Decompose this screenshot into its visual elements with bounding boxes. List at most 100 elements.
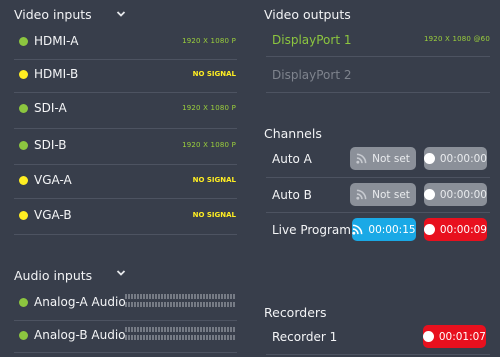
meter-segment — [170, 327, 172, 332]
divider — [266, 92, 490, 93]
meter-segment — [212, 294, 214, 299]
meter-segment — [131, 327, 133, 332]
record-time: 00:00:00 — [439, 188, 487, 201]
meter-segment — [164, 327, 166, 332]
meter-segment — [218, 327, 220, 332]
meter-segment — [140, 294, 142, 299]
meter-segment — [134, 302, 136, 307]
chevron-down-icon[interactable] — [116, 268, 126, 278]
meter-segment — [167, 335, 169, 340]
video-input-row-sdi-b[interactable]: SDI-B 1920 X 1080 P — [0, 131, 240, 162]
meter-segment — [209, 327, 211, 332]
meter-segment — [209, 302, 211, 307]
meter-segment — [203, 302, 205, 307]
meter-segment — [161, 302, 163, 307]
meter-segment — [143, 302, 145, 307]
meter-segment — [230, 335, 232, 340]
meter-segment — [152, 335, 154, 340]
meter-segment — [215, 294, 217, 299]
meter-segment — [185, 335, 187, 340]
meter-segment — [200, 335, 202, 340]
video-input-row-vga-b[interactable]: VGA-B NO SIGNAL — [0, 201, 240, 232]
no-signal-label: NO SIGNAL — [192, 176, 236, 184]
divider — [266, 212, 490, 213]
meter-segment — [188, 327, 190, 332]
status-dot — [19, 104, 28, 113]
meter-segment — [227, 294, 229, 299]
meter-segment — [212, 302, 214, 307]
meter-segment — [191, 294, 193, 299]
record-button[interactable]: 00:00:00 — [424, 147, 487, 170]
audio-input-row-analog-b[interactable]: Analog-B Audio — [0, 323, 240, 351]
meter-segment — [131, 294, 133, 299]
broadcast-icon — [356, 189, 367, 200]
meter-segment — [185, 302, 187, 307]
meter-segment — [209, 294, 211, 299]
meter-segment — [221, 302, 223, 307]
meter-segment — [185, 294, 187, 299]
divider — [14, 128, 237, 129]
meter-segment — [173, 294, 175, 299]
meter-segment — [128, 294, 130, 299]
meter-segment — [170, 302, 172, 307]
meter-segment — [155, 302, 157, 307]
status-dot — [19, 298, 28, 307]
chevron-down-icon[interactable] — [116, 9, 126, 19]
meter-segment — [128, 302, 130, 307]
meter-segment — [233, 294, 235, 299]
video-output-row-displayport-2[interactable]: DisplayPort 2 — [260, 62, 496, 90]
video-input-row-vga-a[interactable]: VGA-A NO SIGNAL — [0, 166, 240, 197]
input-resolution: 1920 X 1080 P — [182, 37, 236, 45]
broadcast-icon — [356, 153, 367, 164]
meter-segment — [212, 335, 214, 340]
meter-segment — [161, 327, 163, 332]
meter-segment — [167, 327, 169, 332]
meter-segment — [137, 327, 139, 332]
meter-segment — [134, 335, 136, 340]
meter-segment — [158, 327, 160, 332]
meter-segment — [194, 294, 196, 299]
no-signal-label: NO SIGNAL — [192, 70, 236, 78]
stream-status: Not set — [372, 188, 410, 201]
input-label: SDI-B — [34, 138, 67, 152]
meter-segment — [137, 294, 139, 299]
input-label: HDMI-B — [34, 67, 79, 81]
input-resolution: 1920 X 1080 P — [182, 141, 236, 149]
record-button[interactable]: 00:00:09 — [424, 218, 487, 241]
audio-input-row-analog-a[interactable]: Analog-A Audio — [0, 290, 240, 318]
divider — [14, 92, 237, 93]
meter-segment — [179, 335, 181, 340]
record-icon — [424, 224, 435, 235]
meter-segment — [197, 294, 199, 299]
meter-segment — [176, 335, 178, 340]
meter-segment — [128, 335, 130, 340]
meter-segment — [170, 335, 172, 340]
video-output-row-displayport-1[interactable]: DisplayPort 1 1920 X 1080 @60 — [260, 27, 496, 55]
record-time: 00:00:09 — [439, 223, 487, 236]
meter-segment — [158, 335, 160, 340]
meter-segment — [149, 294, 151, 299]
status-dot — [19, 331, 28, 340]
stream-button[interactable]: 00:00:15 — [352, 218, 416, 241]
video-input-row-sdi-a[interactable]: SDI-A 1920 X 1080 P — [0, 94, 240, 125]
meter-segment — [140, 302, 142, 307]
meter-segment — [230, 302, 232, 307]
meter-segment — [203, 335, 205, 340]
meter-segment — [149, 302, 151, 307]
meter-segment — [143, 335, 145, 340]
record-time: 00:00:00 — [439, 152, 487, 165]
meter-segment — [224, 294, 226, 299]
record-time: 00:01:07 — [438, 330, 486, 343]
stream-button[interactable]: Not set — [350, 183, 416, 206]
meter-segment — [146, 294, 148, 299]
record-button[interactable]: 00:00:00 — [424, 183, 487, 206]
stream-button[interactable]: Not set — [350, 147, 416, 170]
meter-segment — [125, 335, 127, 340]
record-button[interactable]: 00:01:07 — [423, 325, 486, 348]
video-input-row-hdmi-a[interactable]: HDMI-A 1920 X 1080 P — [0, 27, 240, 58]
channels-title: Channels — [264, 126, 322, 141]
meter-segment — [158, 294, 160, 299]
video-input-row-hdmi-b[interactable]: HDMI-B NO SIGNAL — [0, 60, 240, 91]
meter-segment — [182, 294, 184, 299]
meter-segment — [167, 294, 169, 299]
